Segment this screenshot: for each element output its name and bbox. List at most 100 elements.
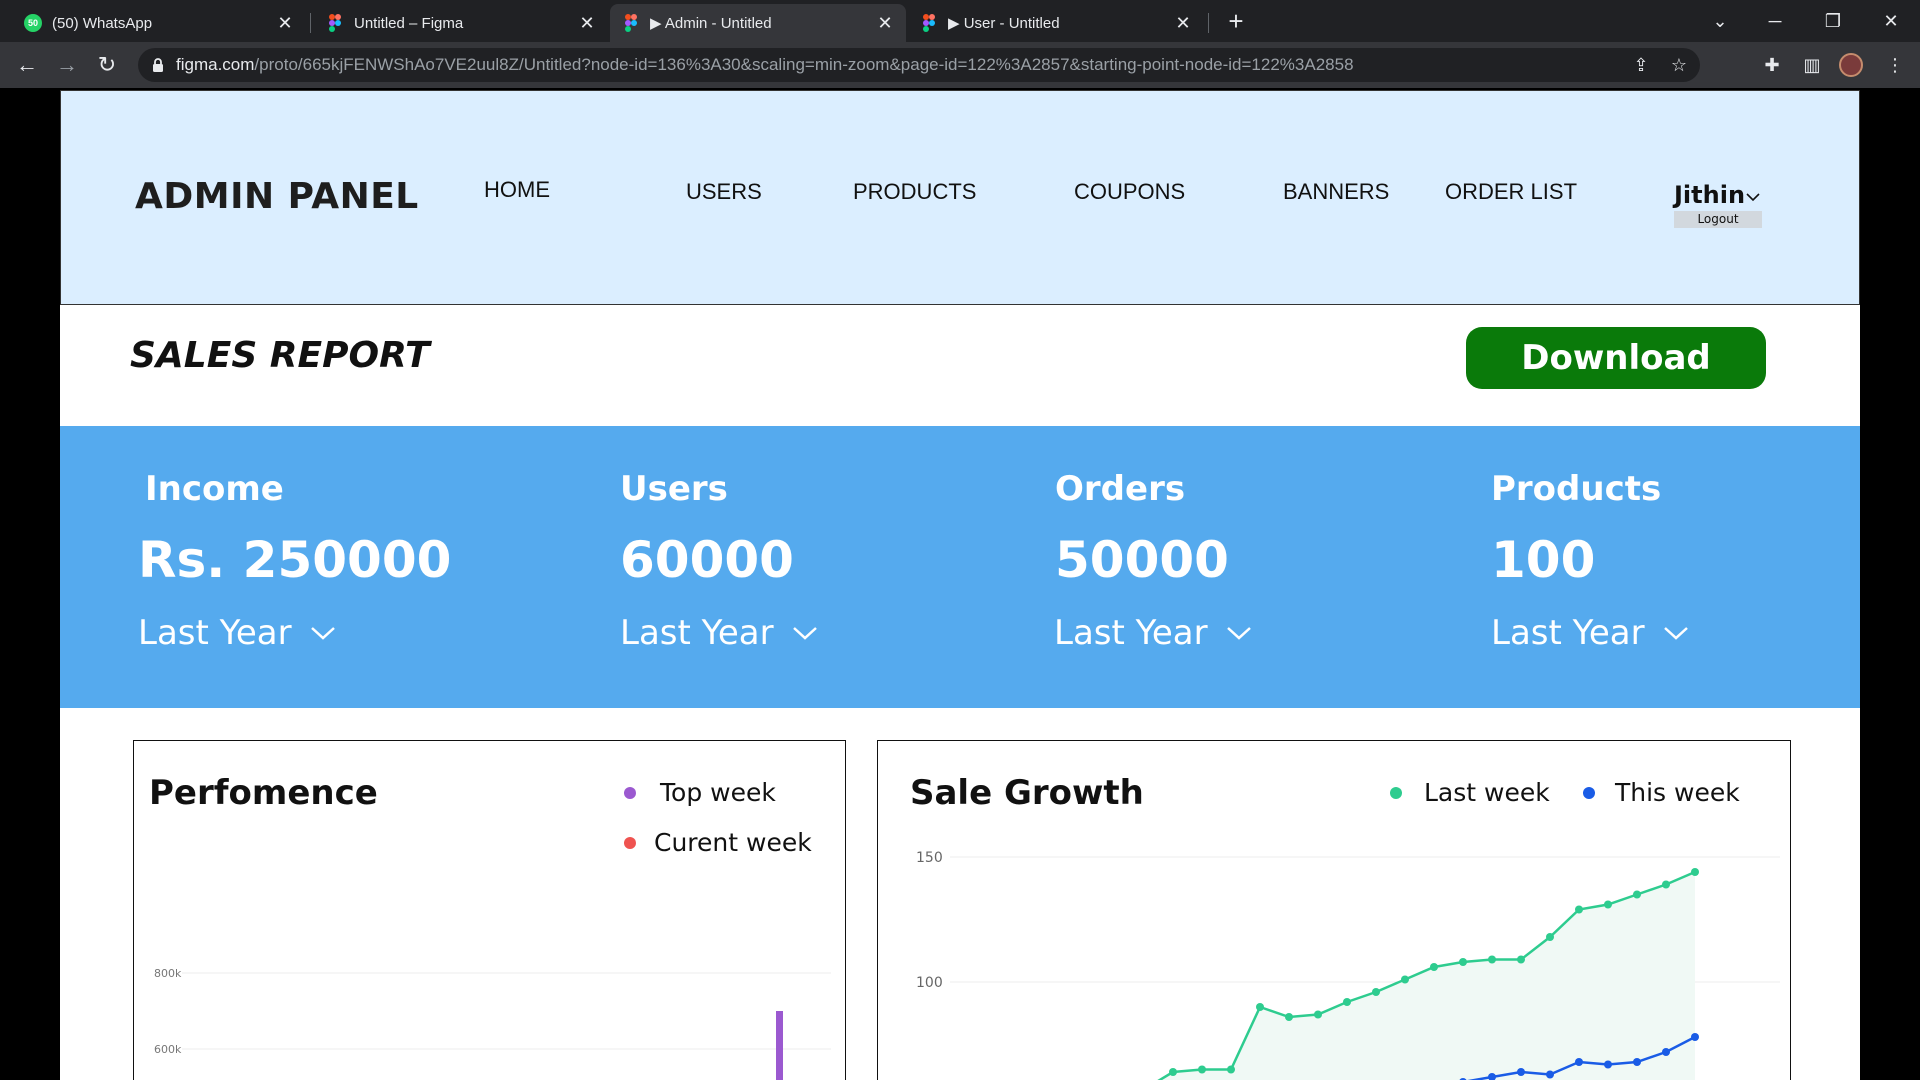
close-icon[interactable]: ✕	[1174, 14, 1192, 32]
bar-top-week	[776, 1011, 783, 1080]
tab-divider	[310, 13, 311, 33]
tab-figma-untitled[interactable]: Untitled – Figma ✕	[314, 4, 608, 42]
period-label: Last Year	[138, 613, 292, 653]
data-point	[1517, 1068, 1525, 1076]
legend-label: Top week	[660, 778, 776, 807]
data-point	[1575, 1058, 1583, 1066]
data-point	[1401, 975, 1409, 984]
side-panel-icon[interactable]: ▥	[1797, 50, 1827, 80]
legend-label: This week	[1615, 778, 1740, 807]
data-point	[1227, 1065, 1235, 1074]
data-point	[1604, 900, 1612, 909]
tab-divider	[1208, 13, 1209, 33]
legend-dot	[1583, 786, 1595, 799]
tab-title: (50) WhatsApp	[52, 14, 153, 32]
nav-users[interactable]: USERS	[686, 179, 762, 205]
url-field[interactable]: figma.com/proto/665kjFENWShAo7VE2uul8Z/U…	[138, 48, 1700, 82]
legend-dot	[624, 786, 636, 799]
close-icon[interactable]: ✕	[876, 14, 894, 32]
figma-icon	[329, 14, 341, 32]
sale-growth-card: 150 100 Sale Growth Last week This week	[877, 740, 1791, 1080]
nav-banners[interactable]: BANNERS	[1283, 179, 1389, 205]
card-title: Sale Growth	[910, 773, 1144, 813]
tab-title: Untitled – Figma	[354, 14, 464, 32]
url-text: figma.com/proto/665kjFENWShAo7VE2uul8Z/U…	[176, 48, 1354, 82]
profile-avatar[interactable]	[1839, 53, 1863, 77]
chevron-down-icon	[1226, 627, 1251, 640]
y-tick-label: 800k	[154, 967, 182, 980]
legend-label: Last week	[1424, 778, 1550, 807]
nav-home[interactable]: HOME	[484, 177, 550, 203]
nav-order-list[interactable]: ORDER LIST	[1445, 179, 1577, 205]
close-window-icon[interactable]: ✕	[1876, 6, 1906, 36]
bookmark-star-icon[interactable]: ☆	[1666, 52, 1692, 78]
period-dropdown[interactable]: Last Year	[1491, 613, 1689, 653]
y-tick-label: 150	[916, 850, 943, 866]
legend-last-week: Last week	[1390, 778, 1550, 807]
logout-button[interactable]: Logout	[1674, 211, 1762, 228]
tab-title: ▶ User - Untitled	[948, 15, 1060, 32]
period-dropdown[interactable]: Last Year	[1054, 613, 1252, 653]
area-fill-last-week	[1159, 872, 1695, 1080]
url-host: figma.com	[176, 55, 255, 74]
download-button[interactable]: Download	[1466, 327, 1766, 389]
back-arrow-icon[interactable]: ←	[12, 50, 42, 80]
legend-dot	[624, 836, 636, 849]
period-label: Last Year	[1054, 613, 1208, 653]
stat-label: Income	[145, 469, 284, 509]
reload-icon[interactable]: ↻	[92, 50, 122, 80]
tab-whatsapp[interactable]: 50 (50) WhatsApp ✕	[12, 4, 306, 42]
new-tab-icon[interactable]: +	[1222, 8, 1250, 36]
period-dropdown[interactable]: Last Year	[620, 613, 818, 653]
stat-label: Products	[1491, 469, 1662, 509]
data-point	[1285, 1013, 1293, 1021]
extensions-puzzle-icon[interactable]: ✚	[1757, 50, 1787, 80]
tab-user-untitled[interactable]: ▶ User - Untitled ✕	[908, 4, 1204, 42]
period-label: Last Year	[620, 613, 774, 653]
minimize-icon[interactable]: ─	[1760, 6, 1790, 36]
legend-current-week: Curent week	[624, 828, 812, 857]
nav-coupons[interactable]: COUPONS	[1074, 179, 1185, 205]
data-point	[1488, 955, 1496, 964]
data-point	[1314, 1010, 1322, 1019]
top-header: ADMIN PANEL HOME USERS PRODUCTS COUPONS …	[60, 90, 1860, 305]
browser-tab-bar: 50 (50) WhatsApp ✕ Untitled – Figma ✕ ▶ …	[0, 0, 1920, 42]
data-point	[1633, 1058, 1641, 1066]
performance-card: 800k 600k Perfomence Top week Curent week	[133, 740, 846, 1080]
chevron-down-icon[interactable]	[1745, 191, 1761, 203]
user-name[interactable]: Jithin	[1674, 181, 1745, 209]
address-bar: ← → ↻ figma.com/proto/665kjFENWShAo7VE2u…	[0, 42, 1920, 88]
y-tick-label: 600k	[154, 1043, 182, 1056]
stat-label: Orders	[1055, 469, 1186, 509]
tab-title: ▶ Admin - Untitled	[650, 15, 772, 32]
data-point	[1459, 958, 1467, 966]
figma-icon	[625, 14, 637, 32]
legend-this-week: This week	[1583, 778, 1740, 807]
nav-products[interactable]: PRODUCTS	[853, 179, 976, 205]
stat-value: 50000	[1055, 531, 1229, 589]
forward-arrow-icon[interactable]: →	[52, 50, 82, 80]
chevron-down-icon	[792, 627, 817, 640]
data-point	[1546, 1070, 1554, 1079]
data-point	[1691, 868, 1699, 876]
legend-top-week: Top week	[624, 778, 776, 807]
url-path: /proto/665kjFENWShAo7VE2uul8Z/Untitled?n…	[254, 55, 1354, 74]
close-icon[interactable]: ✕	[276, 14, 294, 32]
tab-search-icon[interactable]: ⌄	[1705, 6, 1735, 36]
page-title: SALES REPORT	[130, 335, 430, 376]
stats-panel: Income Rs. 250000 Last Year Users 60000 …	[60, 426, 1860, 708]
data-point	[1256, 1003, 1264, 1011]
stat-value: 100	[1491, 531, 1596, 589]
more-menu-icon[interactable]: ⋮	[1880, 50, 1910, 80]
stat-value: Rs. 250000	[138, 531, 452, 589]
period-dropdown[interactable]: Last Year	[138, 613, 336, 653]
close-icon[interactable]: ✕	[578, 14, 596, 32]
data-point	[1662, 1048, 1670, 1056]
tab-admin-untitled[interactable]: ▶ Admin - Untitled ✕	[610, 4, 906, 42]
data-point	[1633, 890, 1641, 899]
y-tick-label: 100	[916, 975, 943, 991]
data-point	[1662, 880, 1670, 889]
data-point	[1343, 998, 1351, 1006]
share-icon[interactable]: ⇪	[1628, 52, 1654, 78]
restore-icon[interactable]: ❐	[1818, 6, 1848, 36]
